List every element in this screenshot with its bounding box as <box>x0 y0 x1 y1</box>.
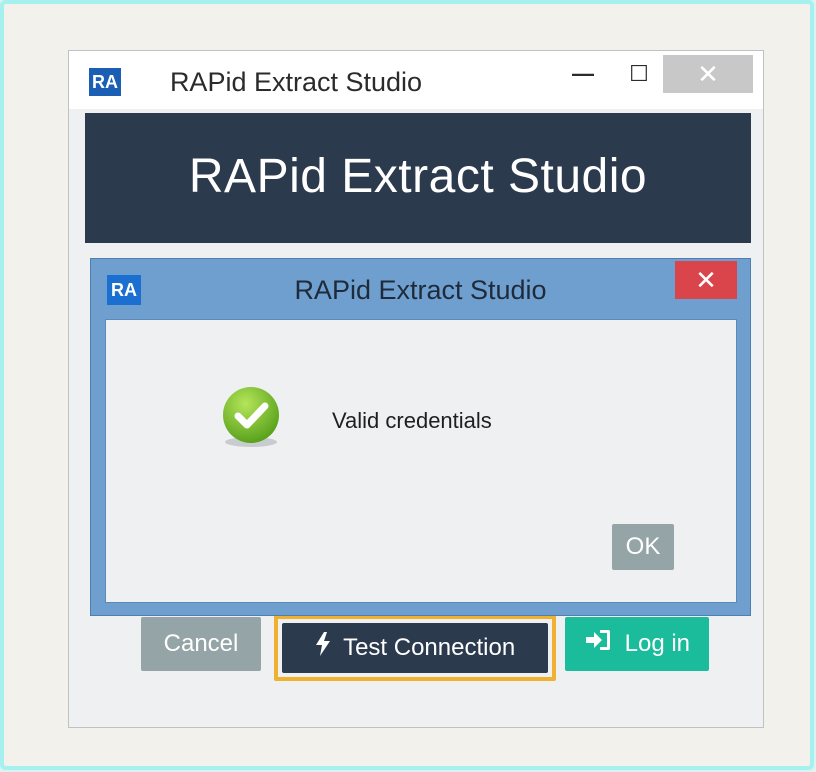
test-connection-label: Test Connection <box>343 634 516 661</box>
main-window-title: RAPid Extract Studio <box>169 67 423 97</box>
dialog-message: Valid credentials <box>332 408 492 433</box>
dialog-title: RAPid Extract Studio <box>294 275 547 305</box>
message-dialog: RA RAPid Extract Studio ✕ Valid credenti… <box>90 258 751 616</box>
banner-title: RAPid Extract Studio <box>188 150 648 203</box>
success-check-icon <box>218 384 284 450</box>
dialog-close-button[interactable]: ✕ <box>675 261 737 299</box>
login-button-label: Log in <box>624 630 691 657</box>
login-button[interactable]: Log in <box>565 617 709 671</box>
maximize-button[interactable]: ☐ <box>619 55 659 93</box>
ok-button[interactable]: OK <box>612 524 674 570</box>
dialog-body: Valid credentials OK <box>105 319 737 603</box>
cancel-button[interactable]: Cancel <box>141 617 261 671</box>
app-banner: RAPid Extract Studio <box>85 113 751 243</box>
minimize-button[interactable]: — <box>563 55 603 93</box>
action-bar: Cancel Test Connection Log in <box>69 611 763 681</box>
cancel-button-label: Cancel <box>163 630 239 657</box>
sign-in-icon <box>584 618 612 672</box>
main-titlebar: RA RAPid Extract Studio — ☐ ✕ <box>69 51 763 109</box>
close-window-button[interactable]: ✕ <box>663 55 753 93</box>
test-connection-button[interactable]: Test Connection <box>282 623 548 673</box>
lightning-icon <box>315 624 331 674</box>
